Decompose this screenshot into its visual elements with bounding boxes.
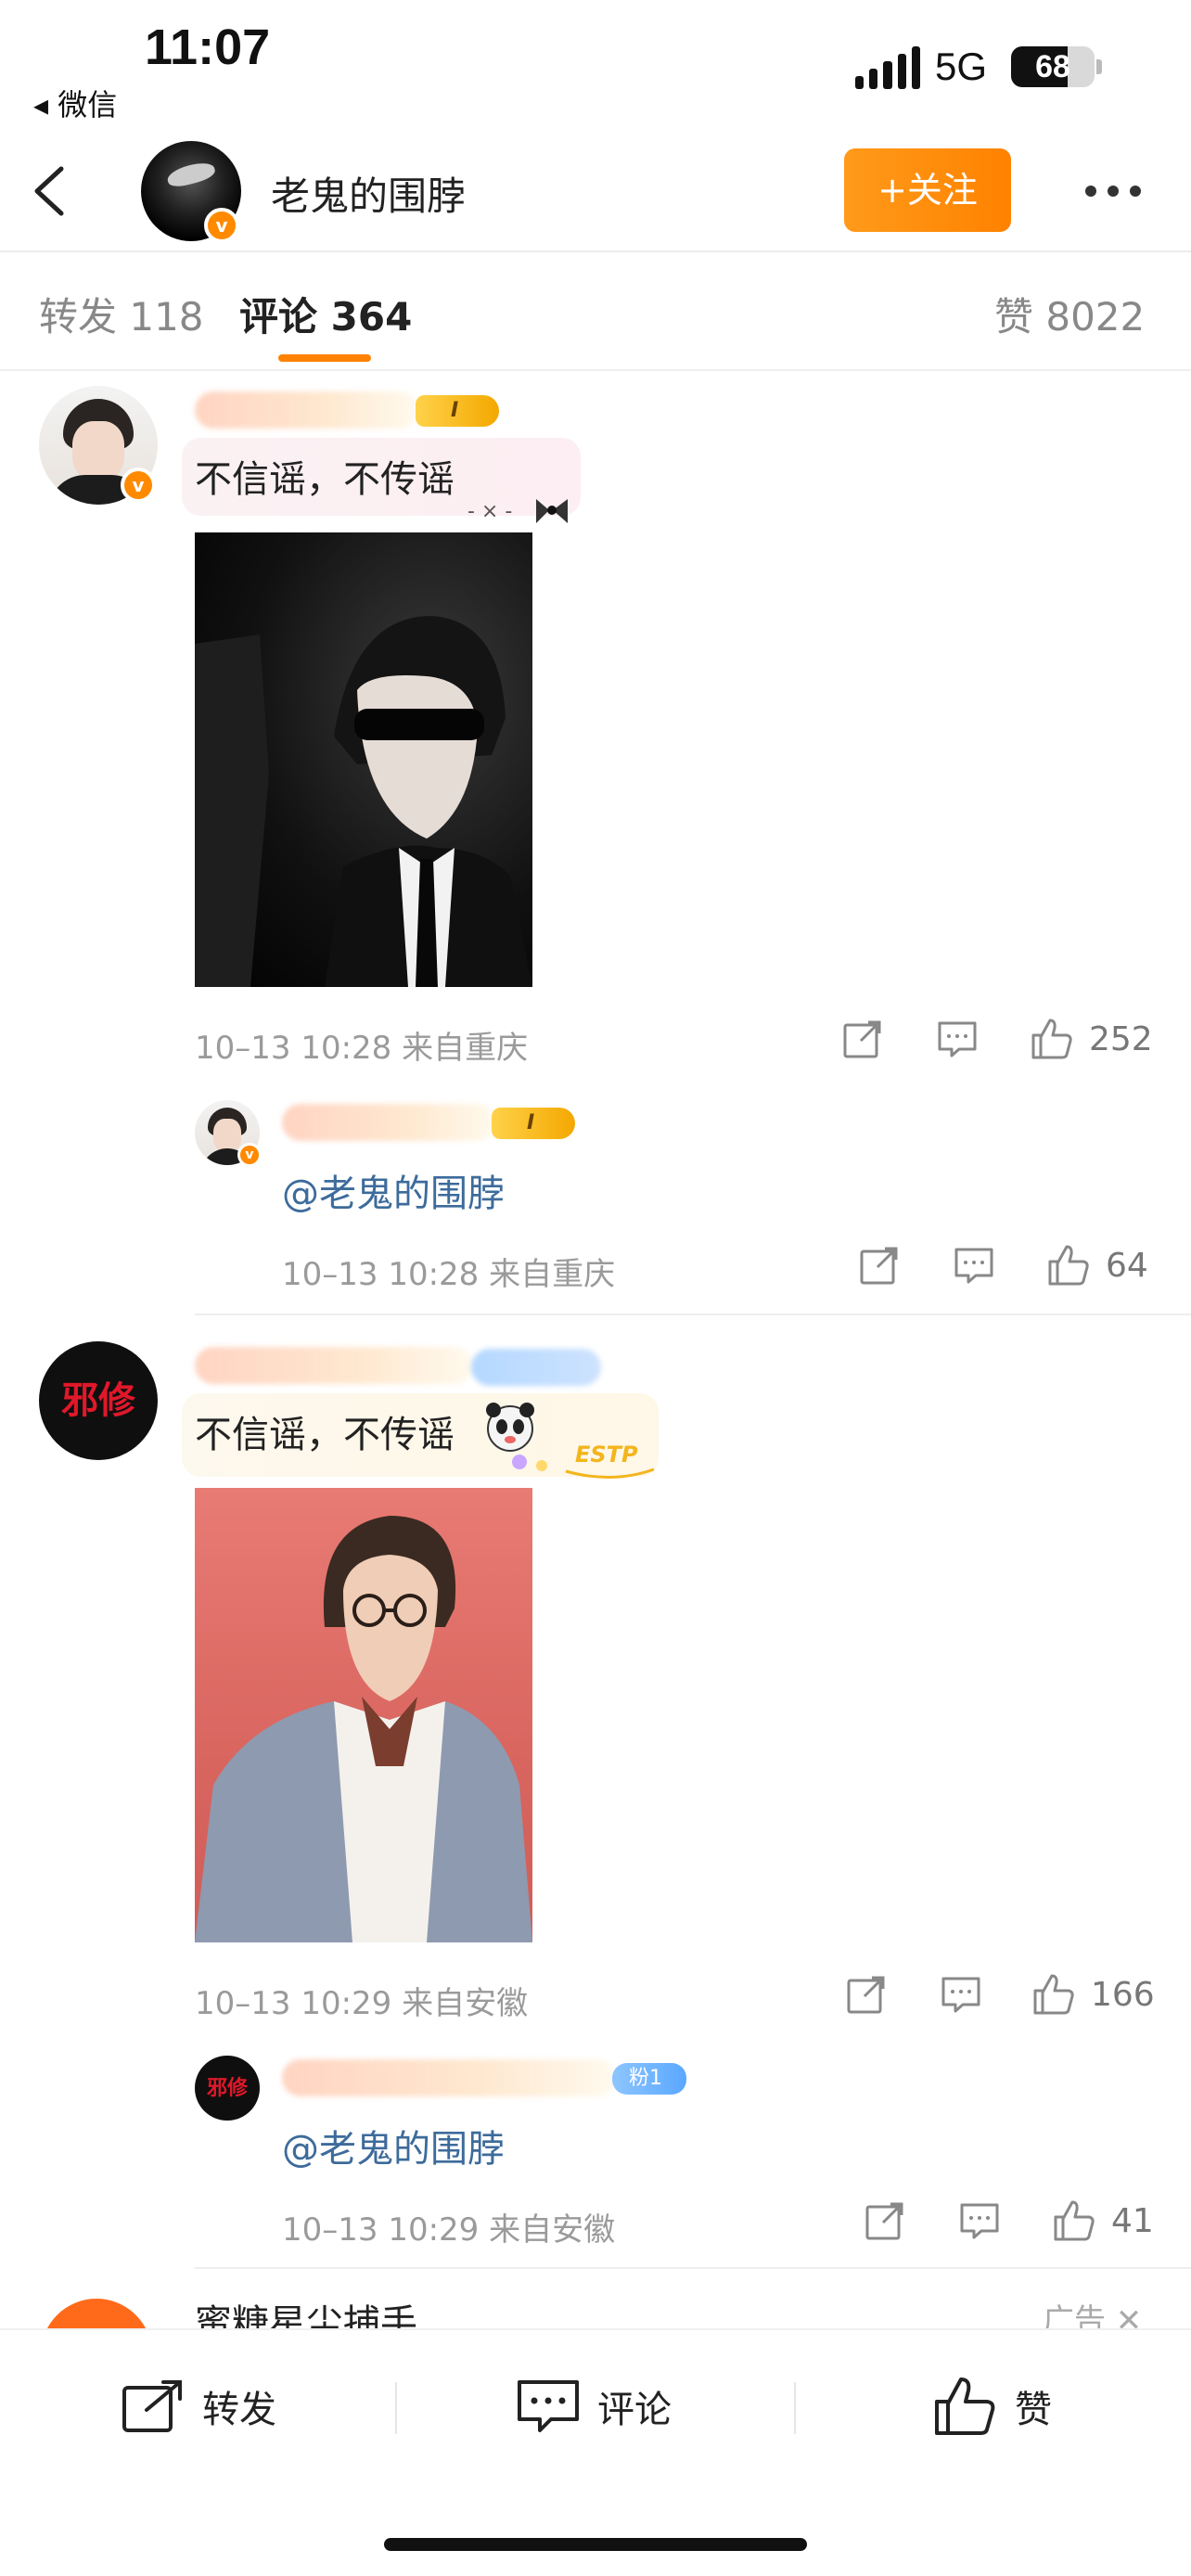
comment-meta: 10–13 10:29 来自安徽 — [195, 1985, 529, 2022]
repost-icon[interactable] — [846, 1974, 887, 2015]
reply-icon[interactable] — [954, 1245, 994, 1286]
repost-icon — [122, 2380, 182, 2432]
post-header: v 老鬼的围脖 +关注 — [0, 130, 1191, 252]
tab-repost[interactable]: 转发 118 — [39, 286, 204, 342]
reply-name-blurred[interactable] — [282, 1104, 495, 1141]
bar-divider — [395, 2382, 397, 2434]
member-badge-blurred — [471, 1349, 601, 1386]
repost-label: 转发 — [202, 2389, 276, 2431]
reply-icon[interactable] — [959, 2200, 1000, 2241]
verified-badge-icon: v — [121, 468, 156, 503]
battery-icon: 68 — [1011, 46, 1095, 87]
comment-divider — [195, 2267, 1191, 2269]
signal-icon — [855, 46, 921, 89]
reply-icon[interactable] — [941, 1974, 981, 2015]
like-count: 252 — [1089, 1020, 1153, 1058]
reply-avatar[interactable]: 邪修 — [195, 2056, 260, 2121]
bottom-action-bar: 转发 评论 赞 — [0, 2328, 1191, 2576]
comment-photo[interactable] — [195, 1488, 532, 1942]
repost-icon[interactable] — [842, 1019, 883, 1059]
like-button[interactable]: 赞 — [933, 2369, 1052, 2443]
reply-icon[interactable] — [937, 1019, 978, 1059]
follow-button[interactable]: +关注 — [844, 148, 1011, 232]
like-icon[interactable] — [1046, 1243, 1091, 1288]
battery-tip — [1096, 59, 1102, 74]
fan-level-badge: 粉1 — [612, 2063, 686, 2095]
like-count: 166 — [1091, 1976, 1155, 2014]
like-icon[interactable] — [1052, 2198, 1096, 2243]
like-count: 64 — [1106, 1247, 1148, 1285]
comment-meta: 10–13 10:28 来自重庆 — [195, 1030, 529, 1067]
verified-badge-icon: v — [204, 208, 239, 243]
reply-meta: 10–13 10:28 来自重庆 — [282, 1256, 616, 1293]
commenter-avatar[interactable]: 邪修 — [39, 1341, 158, 1460]
repost-icon[interactable] — [864, 2200, 905, 2241]
fan-level-badge: I — [492, 1108, 575, 1139]
status-time: 11:07 — [145, 19, 271, 75]
comment-icon — [518, 2380, 579, 2432]
more-options-icon[interactable] — [1085, 186, 1141, 197]
comment-tabs: 转发 118 评论 364 赞 8022 — [0, 254, 1191, 371]
comment-button[interactable]: 评论 — [516, 2369, 672, 2443]
comment-label: 评论 — [597, 2389, 672, 2431]
repost-button[interactable]: 转发 — [121, 2369, 276, 2443]
tab-likes[interactable]: 赞 8022 — [994, 286, 1145, 342]
estp-sticker-icon: ESTP — [512, 1442, 655, 1479]
repost-icon[interactable] — [859, 1245, 900, 1286]
commenter-name-blurred[interactable] — [195, 391, 417, 429]
like-icon — [935, 2377, 995, 2435]
active-tab-indicator — [278, 354, 371, 362]
back-to-app-link[interactable]: ◂ 微信 — [33, 82, 117, 124]
network-type: 5G — [935, 45, 988, 88]
reply-meta: 10–13 10:29 来自安徽 — [282, 2211, 616, 2249]
battery-percent: 68 — [1035, 49, 1070, 84]
reply-mention-link[interactable]: @老鬼的围脖 — [282, 2119, 505, 2172]
reply-name-blurred[interactable] — [282, 2059, 616, 2096]
tab-comments[interactable]: 评论 364 — [239, 286, 412, 342]
like-icon[interactable] — [1031, 1972, 1076, 2017]
verified-badge-icon: v — [237, 1143, 262, 1167]
status-bar: 11:07 ◂ 微信 5G 68 — [0, 0, 1191, 130]
fan-level-badge: I — [416, 395, 499, 427]
sticker-label: ESTP — [575, 1442, 638, 1467]
bow-sticker-icon: - × - — [467, 499, 568, 523]
back-icon[interactable] — [28, 163, 74, 219]
like-icon[interactable] — [1030, 1017, 1074, 1061]
commenter-name-blurred[interactable] — [195, 1347, 473, 1384]
like-label: 赞 — [1015, 2389, 1052, 2431]
account-name[interactable]: 老鬼的围脖 — [271, 165, 466, 222]
like-count: 41 — [1111, 2202, 1154, 2240]
svg-text:- × -: - × - — [467, 500, 512, 523]
bar-divider — [794, 2382, 796, 2434]
reply-mention-link[interactable]: @老鬼的围脖 — [282, 1163, 505, 1217]
home-indicator[interactable] — [384, 2538, 807, 2551]
comment-divider — [195, 1314, 1191, 1315]
comment-photo[interactable] — [195, 532, 532, 987]
